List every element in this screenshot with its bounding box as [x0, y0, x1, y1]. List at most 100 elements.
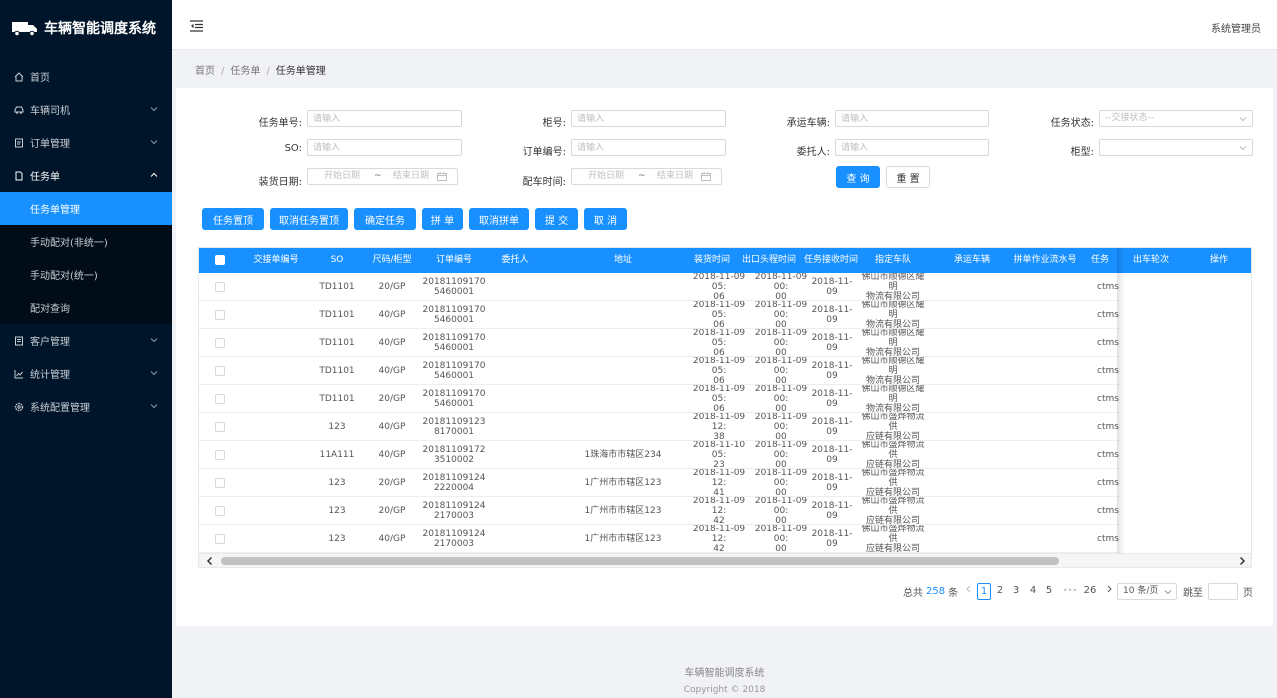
- page-ellipsis[interactable]: •••: [1058, 583, 1082, 600]
- cell-order-no-line: 20181109170: [422, 277, 486, 287]
- cell-export-time-line: 00: [775, 460, 787, 469]
- page-4[interactable]: 4: [1026, 583, 1040, 600]
- submit-button[interactable]: 提 交: [535, 208, 578, 230]
- row-checkbox[interactable]: [215, 506, 225, 516]
- user-name[interactable]: 系统管理员: [1211, 20, 1261, 35]
- cell-load-time-line: 23: [713, 460, 725, 469]
- table-row[interactable]: 123 20/GP 20181109124 2220004 1广州市市辖区123 2018…: [199, 469, 1251, 497]
- row-checkbox[interactable]: [215, 534, 225, 544]
- page-5[interactable]: 5: [1042, 583, 1056, 600]
- horizontal-scrollbar[interactable]: [199, 553, 1251, 567]
- sidebar-item-manual-pair-unified[interactable]: 手动配对(统一): [0, 258, 172, 291]
- page-size-select[interactable]: 10 条/页: [1117, 583, 1177, 600]
- app-logo[interactable]: 车辆智能调度系统: [0, 0, 172, 56]
- table-row[interactable]: TD1101 40/GP 20181109170 5460001 2018-11-09 …: [199, 329, 1251, 357]
- table-row[interactable]: 123 40/GP 20181109124 2170003 1广州市市辖区123 2018…: [199, 525, 1251, 553]
- table-row[interactable]: TD1101 20/GP 20181109170 5460001 2018-11-09 …: [199, 385, 1251, 413]
- cell-load-time-line: 2018-11-09 12:: [692, 497, 746, 516]
- cancel-merge-button[interactable]: 取消拼单: [469, 208, 529, 230]
- sidebar-item-vehicle-driver[interactable]: 车辆司机: [0, 93, 172, 126]
- cell-order-no-line: 20181109123: [422, 417, 486, 427]
- sidebar-item-home[interactable]: 首页: [0, 60, 172, 93]
- cancel-task-pin-button[interactable]: 取消任务置顶: [270, 208, 348, 230]
- task-no-input[interactable]: [307, 110, 462, 127]
- row-checkbox[interactable]: [215, 282, 225, 292]
- search-button[interactable]: 查 询: [836, 166, 880, 188]
- sidebar-item-manual-pair-nonunified[interactable]: 手动配对(非统一): [0, 225, 172, 258]
- jump-page-input[interactable]: [1208, 583, 1238, 600]
- cell-fleet: 佛山市顺德区耀明 物流有限公司: [861, 329, 925, 357]
- order-no-label: 订单编号:: [522, 147, 566, 158]
- chevron-left-icon[interactable]: [205, 556, 215, 566]
- chevron-left-icon: [966, 585, 971, 593]
- sidebar-item-task-manage[interactable]: 任务单管理: [0, 192, 172, 225]
- cell-load-time-line: 42: [713, 544, 725, 553]
- breadcrumb-home[interactable]: 首页: [195, 66, 215, 77]
- assign-time-range[interactable]: 开始日期 ~ 结束日期: [571, 168, 722, 185]
- prev-page-button[interactable]: [962, 583, 976, 600]
- load-date-end[interactable]: 结束日期: [393, 169, 429, 184]
- sidebar-item-customer[interactable]: 客户管理: [0, 324, 172, 357]
- sidebar-item-statistics[interactable]: 统计管理: [0, 357, 172, 390]
- row-checkbox[interactable]: [215, 478, 225, 488]
- table-row[interactable]: TD1101 40/GP 20181109170 5460001 2018-11-09 …: [199, 301, 1251, 329]
- sidebar-item-label: 车辆司机: [30, 106, 70, 117]
- row-checkbox[interactable]: [215, 450, 225, 460]
- task-status-select[interactable]: --交接状态--: [1099, 110, 1253, 127]
- load-date-range[interactable]: 开始日期 ~ 结束日期: [307, 168, 458, 185]
- row-checkbox[interactable]: [215, 366, 225, 376]
- cabinet-no-label: 柜号:: [542, 118, 566, 129]
- load-date-start[interactable]: 开始日期: [324, 169, 360, 184]
- cell-fleet-line: 物流有限公司: [865, 404, 920, 413]
- row-checkbox[interactable]: [215, 338, 225, 348]
- client-input[interactable]: [835, 139, 989, 156]
- scrollbar-thumb[interactable]: [221, 557, 1059, 565]
- cell-order-no-line: 20181109124: [422, 529, 486, 539]
- select-all-checkbox[interactable]: [215, 254, 225, 265]
- cabinet-type-select[interactable]: [1099, 139, 1253, 156]
- column-header: 委托人: [501, 255, 529, 265]
- page-last[interactable]: 26: [1081, 583, 1099, 600]
- table-row[interactable]: TD1101 40/GP 20181109170 5460001 2018-11-09 …: [199, 357, 1251, 385]
- menu-fold-icon[interactable]: [190, 20, 203, 32]
- sidebar-item-task[interactable]: 任务单: [0, 159, 172, 192]
- cell-fleet-line: 佛山市顺德区耀明: [861, 357, 925, 376]
- chevron-right-icon[interactable]: [1237, 556, 1247, 566]
- cancel-button[interactable]: 取 消: [584, 208, 627, 230]
- task-pin-button[interactable]: 任务置顶: [202, 208, 264, 230]
- row-checkbox[interactable]: [215, 422, 225, 432]
- merge-order-button[interactable]: 拼 单: [422, 208, 463, 230]
- cell-export-time-line: 00: [775, 488, 787, 497]
- cell-address: 1广州市市辖区123: [584, 478, 662, 488]
- table-row[interactable]: 123 40/GP 20181109123 8170001 2018-11-09 12:…: [199, 413, 1251, 441]
- assign-time-end[interactable]: 结束日期: [657, 169, 693, 184]
- breadcrumb-task[interactable]: 任务单: [230, 66, 260, 77]
- sidebar-item-pair-query[interactable]: 配对查询: [0, 291, 172, 324]
- page-3[interactable]: 3: [1009, 583, 1023, 600]
- cell-address: [543, 329, 703, 357]
- assign-time-start[interactable]: 开始日期: [588, 169, 624, 184]
- table-row[interactable]: TD1101 20/GP 20181109170 5460001 2018-11-09 …: [199, 273, 1251, 301]
- row-checkbox[interactable]: [215, 310, 225, 320]
- table-row[interactable]: 11A111 40/GP 20181109172 3510002 1珠海市市辖区234 2…: [199, 441, 1251, 469]
- sidebar: 车辆智能调度系统 首页 车辆司机 订单管理 任务单 任务单管理 手动配对(非统一…: [0, 0, 172, 698]
- cell-fleet: 佛山市顺德区耀明 物流有限公司: [861, 273, 925, 301]
- vehicle-input[interactable]: [835, 110, 989, 127]
- cell-load-time-line: 06: [713, 320, 725, 329]
- reset-button[interactable]: 重 置: [886, 166, 930, 188]
- so-input[interactable]: [307, 139, 462, 156]
- next-page-button[interactable]: [1102, 583, 1116, 600]
- cell-load-time: 2018-11-09 12: 38: [687, 413, 751, 441]
- order-no-input[interactable]: [571, 139, 726, 156]
- cell-size: 40/GP: [378, 310, 406, 320]
- page-2[interactable]: 2: [993, 583, 1007, 600]
- sidebar-item-order[interactable]: 订单管理: [0, 126, 172, 159]
- confirm-task-button[interactable]: 确定任务: [354, 208, 416, 230]
- page-1[interactable]: 1: [977, 583, 991, 600]
- row-checkbox[interactable]: [215, 394, 225, 404]
- sidebar-item-system-config[interactable]: 系统配置管理: [0, 390, 172, 423]
- cell-order-no: 20181109170 5460001: [421, 357, 487, 385]
- sidebar-menu: 首页 车辆司机 订单管理 任务单 任务单管理 手动配对(非统一) 手动配对(统一…: [0, 60, 172, 423]
- table-row[interactable]: 123 20/GP 20181109124 2170003 1广州市市辖区123 2018…: [199, 497, 1251, 525]
- cabinet-no-input[interactable]: [571, 110, 726, 127]
